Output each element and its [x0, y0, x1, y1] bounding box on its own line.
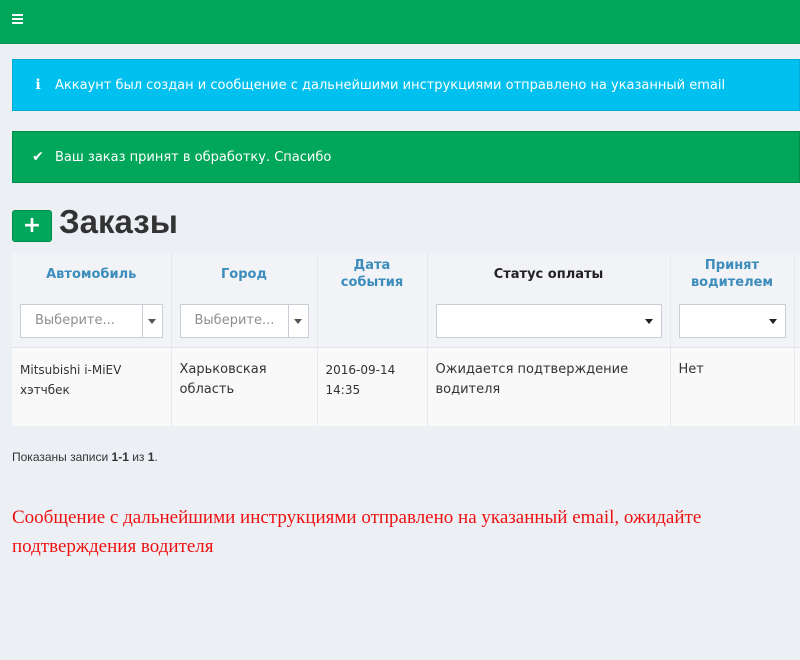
summary-middle: из — [128, 450, 148, 464]
orders-table: Автомобиль Город Дата события Статус опл… — [12, 253, 800, 426]
hamburger-icon[interactable] — [12, 13, 24, 25]
cell-car: Mitsubishi i-MiEV хэтчбек — [12, 347, 172, 426]
column-header-date[interactable]: Дата события — [317, 253, 428, 295]
cell-date: 2016-09-14 14:35 — [317, 347, 428, 426]
sort-link-accepted[interactable]: Принят водителем — [691, 258, 773, 290]
summary-range: 1-1 — [111, 450, 129, 464]
cell-payment-status: Ожидается подтверждение водителя — [427, 347, 671, 426]
filter-cell-overflow — [794, 295, 800, 348]
accepted-filter-select[interactable] — [678, 303, 786, 338]
chevron-down-icon — [147, 318, 156, 324]
info-alert-text: Аккаунт был создан и сообщение с дальней… — [55, 77, 726, 93]
plus-icon: + — [22, 213, 42, 238]
car-filter-select[interactable]: Выберите... — [20, 303, 163, 338]
sort-link-car[interactable]: Автомобиль — [46, 267, 136, 282]
email-notice-message: Сообщение с дальнейшими инструкциями отп… — [12, 507, 702, 557]
success-alert-text: Ваш заказ принят в обработку. Спасибо — [55, 149, 332, 165]
chevron-down-icon — [644, 318, 653, 324]
summary-prefix: Показаны записи — [12, 450, 112, 464]
sort-link-date[interactable]: Дата события — [341, 258, 403, 290]
filter-cell-payment-status — [427, 295, 671, 348]
column-header-overflow — [794, 253, 800, 295]
add-order-button[interactable]: + — [12, 210, 52, 242]
filter-cell-car: Выберите... — [12, 295, 172, 348]
orders-grid: Автомобиль Город Дата события Статус опл… — [12, 253, 800, 427]
column-header-payment-status: Статус оплаты — [427, 253, 671, 295]
cell-accepted: Нет — [670, 347, 795, 426]
info-icon: ℹ — [35, 77, 41, 93]
filter-cell-city: Выберите... — [171, 295, 318, 348]
payment-status-filter-select[interactable] — [435, 303, 662, 338]
summary-suffix: . — [154, 450, 158, 464]
filter-cell-accepted — [670, 295, 795, 348]
car-filter-toggle[interactable] — [141, 304, 162, 337]
column-header-car[interactable]: Автомобиль — [12, 253, 172, 295]
column-header-city[interactable]: Город — [171, 253, 318, 295]
sort-link-city[interactable]: Город — [221, 267, 267, 282]
filter-cell-date — [317, 295, 428, 348]
city-filter-toggle[interactable] — [287, 304, 308, 337]
grid-summary: Показаны записи 1-1 из 1. — [12, 450, 158, 464]
success-alert: ✔ Ваш заказ принят в обработку. Спасибо — [12, 131, 800, 183]
chevron-down-icon — [293, 318, 302, 324]
cell-overflow — [794, 347, 800, 426]
chevron-down-icon — [768, 318, 777, 324]
car-filter-placeholder: Выберите... — [35, 312, 115, 328]
column-header-accepted[interactable]: Принят водителем — [670, 253, 795, 295]
table-row: Mitsubishi i-MiEV хэтчбек Харьковская об… — [12, 347, 800, 426]
top-navbar — [0, 0, 800, 44]
cell-city: Харьковская область — [171, 347, 318, 426]
page-title: Заказы — [59, 203, 178, 240]
info-alert: ℹ Аккаунт был создан и сообщение с дальн… — [12, 59, 800, 111]
city-filter-select[interactable]: Выберите... — [179, 303, 309, 338]
city-filter-placeholder: Выберите... — [194, 312, 275, 328]
checkmark-icon: ✔ — [32, 149, 44, 165]
